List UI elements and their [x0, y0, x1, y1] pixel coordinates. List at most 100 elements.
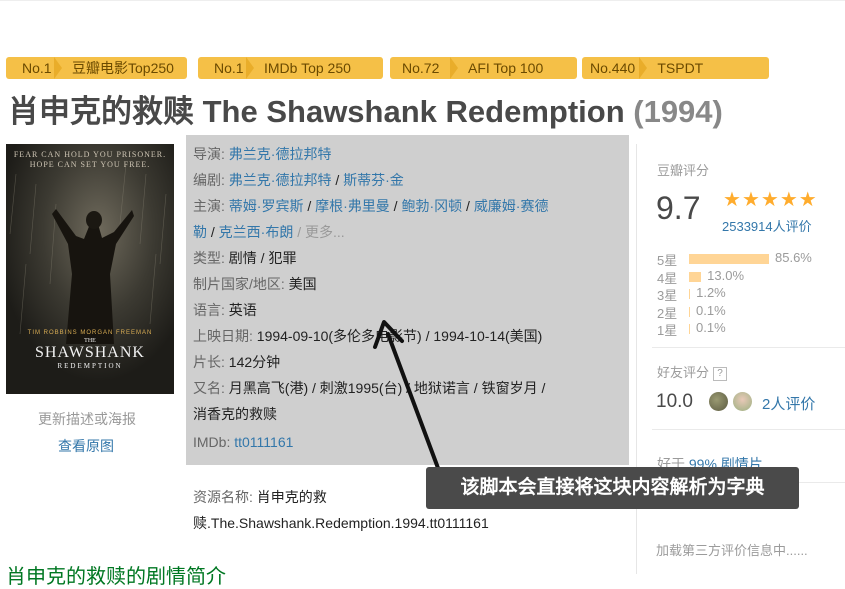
genre-label: 类型:: [193, 250, 225, 266]
badge-imdb-top250[interactable]: No.1 IMDb Top 250: [198, 57, 383, 79]
rating-panel: 豆瓣评分 9.7 ★ ★ ★ ★ ★ 2533914人评价 5星 85.6% 4星 13.0%…: [636, 144, 845, 574]
star-level-label: 4星: [657, 270, 678, 286]
separator: /: [256, 250, 269, 266]
resource-label: 资源名称:: [193, 489, 253, 505]
director-label: 导演:: [193, 146, 225, 162]
rating-percent: 1.2%: [696, 285, 726, 300]
star-icon: ★: [760, 189, 779, 211]
info-imdb-row: IMDb: tt0111161: [193, 429, 293, 455]
info-language-row: 语言: 英语: [193, 297, 257, 323]
cast-more-link[interactable]: / 更多...: [297, 224, 344, 240]
runtime-label: 片长:: [193, 354, 225, 370]
badge-rank: No.1: [22, 60, 52, 76]
cast-link-1[interactable]: 蒂姆·罗宾斯: [229, 198, 304, 214]
rating-title: 豆瓣评分: [657, 163, 710, 178]
view-original-poster-link[interactable]: 查看原图: [58, 436, 114, 456]
genre-1: 剧情: [228, 250, 257, 266]
release-2: 1994-10-14(美国): [433, 328, 543, 344]
release-1: 1994-09-10(多伦多电影节): [256, 328, 422, 344]
separator: /: [207, 224, 219, 240]
rating-stars: ★ ★ ★ ★ ★: [723, 190, 817, 210]
separator: /: [421, 328, 434, 344]
star-level-label: 3星: [657, 288, 678, 303]
director-link[interactable]: 弗兰克·德拉邦特: [229, 146, 332, 162]
rating-bar: [689, 271, 702, 282]
separator: /: [462, 198, 474, 214]
friend-rating-title: 好友评分?: [657, 362, 728, 381]
cast-link-4-cont[interactable]: 勒: [193, 224, 207, 240]
cast-link-3[interactable]: 鲍勃·冈顿: [401, 198, 462, 214]
separator: /: [331, 172, 344, 188]
synopsis-heading: 肖申克的救赎的剧情简介: [6, 566, 226, 588]
rating-bar: [689, 306, 690, 317]
info-genre-row: 类型: 剧情 / 犯罪: [193, 245, 296, 271]
separator: /: [303, 198, 316, 214]
badge-rank: No.1: [214, 60, 244, 76]
badge-rank: No.72: [402, 60, 440, 76]
help-icon[interactable]: ?: [713, 366, 728, 381]
rating-percent: 85.6%: [775, 250, 812, 265]
rating-percent: 13.0%: [707, 267, 745, 283]
info-aka-row: 又名: 月黑高飞(港) / 刺激1995(台) / 地狱诺言 / 铁窗岁月 /: [193, 375, 545, 401]
badge-tspdt-top1000[interactable]: No.440 TSPDT Top1000: [582, 57, 769, 79]
release-label: 上映日期:: [193, 328, 253, 344]
star-level-label: 5星: [657, 253, 678, 268]
imdb-link[interactable]: tt0111161: [234, 434, 293, 450]
badge-name: IMDb Top 250: [264, 60, 351, 76]
rating-bar: [689, 289, 691, 299]
info-aka-row-cont: 消香克的救赎: [193, 401, 277, 427]
writer-link-1[interactable]: 弗兰克·德拉邦特: [229, 172, 332, 188]
aka-line-1: 月黑高飞(港) / 刺激1995(台) / 地狱诺言 / 铁窗岁月 /: [228, 380, 546, 396]
movie-info-block: 导演: 弗兰克·德拉邦特 编剧: 弗兰克·德拉邦特 / 斯蒂芬·金 主演: 蒂姆…: [186, 135, 629, 465]
writer-label: 编剧:: [193, 172, 225, 188]
badge-name: 豆瓣电影Top250: [72, 60, 174, 76]
badge-douban-top250[interactable]: No.1 豆瓣电影Top250: [6, 57, 187, 79]
cast-link-5[interactable]: 克兰西·布朗: [219, 224, 294, 240]
friend-count-link[interactable]: 2人评价: [762, 393, 815, 414]
cast-link-4[interactable]: 威廉姆·赛德: [474, 198, 549, 214]
rating-percent: 0.1%: [696, 320, 726, 335]
info-country-row: 制片国家/地区: 美国: [193, 271, 317, 297]
friend-rating-label: 好友评分: [657, 365, 710, 380]
info-writer-row: 编剧: 弗兰克·德拉邦特 / 斯蒂芬·金: [193, 167, 404, 193]
poster-logo-main: SHAWSHANK: [35, 344, 145, 361]
poster-cast: TIM ROBBINS MORGAN FREEMAN: [27, 330, 153, 336]
rating-divider: [652, 347, 845, 348]
star-icon: ★: [723, 189, 741, 211]
aka-line-2: 消香克的救赎: [193, 406, 277, 422]
writer-link-2[interactable]: 斯蒂芬·金: [343, 172, 404, 188]
separator: /: [389, 198, 402, 214]
top-border: [0, 0, 845, 1]
info-director-row: 导演: 弗兰克·德拉邦特: [193, 141, 331, 167]
star-icon: ★: [779, 189, 798, 211]
friend-avatar-2[interactable]: [733, 392, 752, 411]
badge-separator: [639, 57, 648, 79]
rating-bar: [689, 324, 690, 334]
badge-separator: [246, 57, 254, 79]
genre-2: 犯罪: [268, 250, 297, 266]
badge-name: TSPDT Top1000: [657, 60, 703, 76]
rating-score: 9.7: [656, 190, 701, 226]
poster-tagline: FEAR CAN HOLD YOU PRISONER. HOPE CAN SET…: [13, 150, 167, 169]
cast-link-2[interactable]: 摩根·弗里曼: [315, 198, 390, 214]
badge-afi-top100[interactable]: No.72 AFI Top 100: [390, 57, 577, 79]
movie-poster[interactable]: FEAR CAN HOLD YOU PRISONER. HOPE CAN SET…: [6, 144, 174, 394]
runtime-value: 142分钟: [228, 354, 281, 370]
rating-bar: [689, 254, 769, 264]
rating-count-link[interactable]: 2533914人评价: [722, 216, 812, 235]
update-description-link[interactable]: 更新描述或海报: [38, 409, 136, 429]
movie-year: (1994): [633, 94, 723, 129]
movie-title-text: 肖申克的救赎 The Shawshank Redemption: [8, 94, 625, 129]
badge-separator: [450, 57, 458, 79]
language-label: 语言:: [193, 302, 225, 318]
third-party-loading: 加载第三方评价信息中......: [656, 543, 808, 558]
rating-divider: [652, 429, 845, 430]
country-label: 制片国家/地区:: [193, 276, 285, 292]
friend-avatar-1[interactable]: [709, 392, 728, 411]
poster-logo-sub: REDEMPTION: [57, 362, 123, 370]
info-release-row: 上映日期: 1994-09-10(多伦多电影节) / 1994-10-14(美国…: [193, 323, 542, 349]
star-level-label: 1星: [657, 323, 678, 338]
rating-percent: 0.1%: [696, 302, 726, 318]
info-cast-row-cont: 勒 / 克兰西·布朗 / 更多...: [193, 219, 345, 245]
country-value: 美国: [288, 276, 317, 292]
